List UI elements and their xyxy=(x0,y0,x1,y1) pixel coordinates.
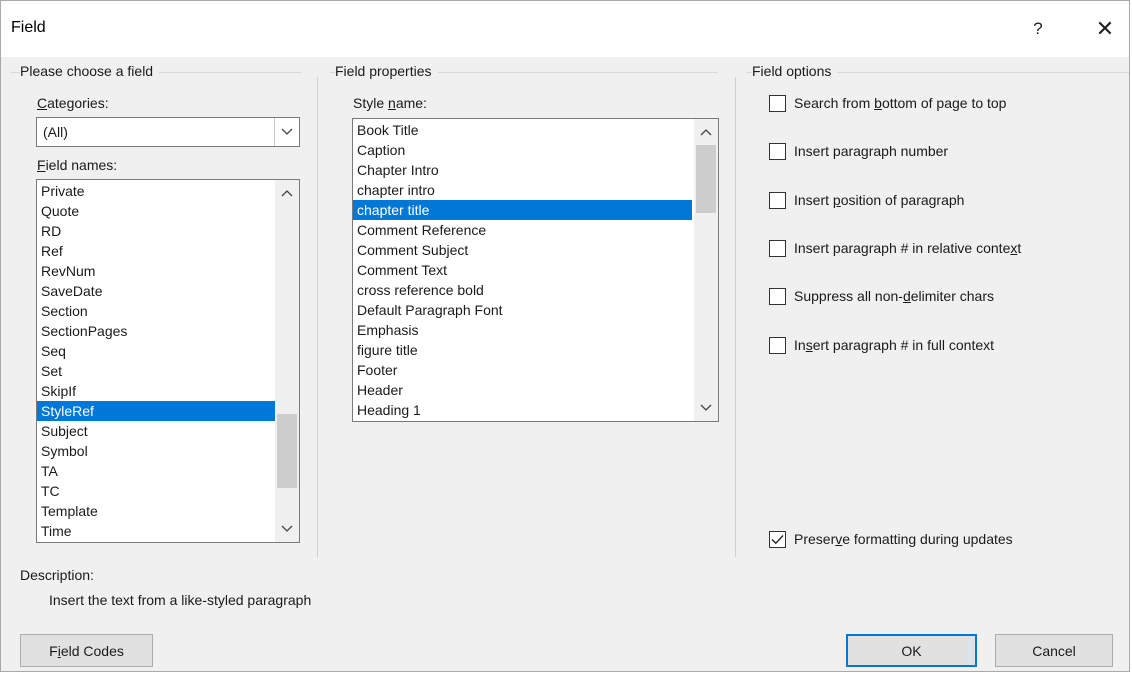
preserve-formatting-label: Preserve formatting during updates xyxy=(794,531,1013,547)
field-option-checkbox[interactable] xyxy=(769,191,786,209)
field-option-label: Suppress all non-delimiter chars xyxy=(794,288,994,304)
field-option-checkbox[interactable] xyxy=(769,239,786,257)
style-name-item[interactable]: chapter title xyxy=(353,200,692,220)
field-name-item[interactable]: Symbol xyxy=(37,441,275,461)
field-name-item[interactable]: Seq xyxy=(37,341,275,361)
field-name-item[interactable]: Subject xyxy=(37,421,275,441)
dialog-title: Field xyxy=(11,19,46,36)
style-name-label: Style name: xyxy=(353,95,427,111)
field-option-label: Insert paragraph # in relative context xyxy=(794,240,1022,256)
help-icon: ? xyxy=(1033,19,1043,38)
group-title-choose-field: Please choose a field xyxy=(20,63,160,79)
cancel-button[interactable]: Cancel xyxy=(995,634,1113,667)
field-name-item[interactable]: Private xyxy=(37,181,275,201)
style-name-item[interactable]: Caption xyxy=(353,140,692,160)
chevron-down-icon[interactable] xyxy=(275,518,299,540)
field-name-item[interactable]: Set xyxy=(37,361,275,381)
categories-dropdown[interactable]: (All) xyxy=(36,117,300,147)
field-name-item[interactable]: SectionPages xyxy=(37,321,275,341)
field-dialog: Field ? ✕ Please choose a field Categori… xyxy=(0,0,1130,672)
preserve-formatting-checkbox[interactable] xyxy=(769,530,786,548)
field-option-checkbox[interactable] xyxy=(769,287,786,305)
field-name-item[interactable]: Template xyxy=(37,501,275,521)
style-name-item[interactable]: Book Title xyxy=(353,120,692,140)
style-name-scroll-thumb[interactable] xyxy=(696,145,716,213)
checkmark-icon xyxy=(771,534,784,544)
group-title-field-properties: Field properties xyxy=(335,63,438,79)
categories-value: (All) xyxy=(43,124,68,140)
field-name-item[interactable]: RevNum xyxy=(37,261,275,281)
field-name-item[interactable]: TC xyxy=(37,481,275,501)
field-name-item[interactable]: Quote xyxy=(37,201,275,221)
description-text: Insert the text from a like-styled parag… xyxy=(49,592,312,608)
chevron-up-icon[interactable] xyxy=(275,182,299,204)
categories-label: Categories: xyxy=(37,95,109,111)
field-codes-button[interactable]: Fi eld Codes xyxy=(20,634,153,667)
field-names-scrollbar[interactable] xyxy=(275,180,299,542)
preserve-formatting-option[interactable]: Preserve formatting during updates xyxy=(769,529,1013,549)
field-name-item[interactable]: SkipIf xyxy=(37,381,275,401)
chevron-down-icon[interactable] xyxy=(694,397,718,419)
description-label: Description: xyxy=(20,567,94,583)
field-option-row[interactable]: Insert paragraph # in relative context xyxy=(769,238,1021,258)
field-name-item[interactable]: SaveDate xyxy=(37,281,275,301)
field-option-checkbox[interactable] xyxy=(769,94,786,112)
field-names-label: Field names: xyxy=(37,157,118,173)
help-button[interactable]: ? xyxy=(1023,15,1053,43)
field-option-row[interactable]: Insert paragraph number xyxy=(769,141,948,161)
style-name-scrollbar[interactable] xyxy=(694,119,718,421)
style-name-list[interactable]: Book Title Caption Chapter Intro chapter in… xyxy=(352,118,719,422)
style-name-item[interactable]: Heading 1 xyxy=(353,400,692,420)
style-name-items: Book Title Caption Chapter Intro chapter in… xyxy=(353,120,692,420)
field-option-checkbox[interactable] xyxy=(769,336,786,354)
style-name-item[interactable]: Emphasis xyxy=(353,320,692,340)
style-name-item[interactable]: Footer xyxy=(353,360,692,380)
chevron-down-icon[interactable] xyxy=(274,118,299,146)
field-names-list[interactable]: Private Quote RD Ref RevNum SaveDate Section Se… xyxy=(36,179,300,543)
title-bar: Field ? ✕ xyxy=(1,1,1129,57)
field-names-scroll-thumb[interactable] xyxy=(277,414,297,488)
field-name-item[interactable]: StyleRef xyxy=(37,401,275,421)
style-name-item[interactable]: cross reference bold xyxy=(353,280,692,300)
field-name-item[interactable]: RD xyxy=(37,221,275,241)
field-name-item[interactable]: Ref xyxy=(37,241,275,261)
field-option-row[interactable]: Suppress all non-delimiter chars xyxy=(769,286,994,306)
close-icon: ✕ xyxy=(1095,16,1115,41)
style-name-item[interactable]: Comment Text xyxy=(353,260,692,280)
style-name-item[interactable]: Comment Reference xyxy=(353,220,692,240)
field-name-item[interactable]: Section xyxy=(37,301,275,321)
field-option-label: Search from bottom of page to top xyxy=(794,95,1007,111)
style-name-item[interactable]: Chapter Intro xyxy=(353,160,692,180)
style-name-item[interactable]: Default Paragraph Font xyxy=(353,300,692,320)
field-option-label: Insert paragraph number xyxy=(794,143,949,159)
field-name-item[interactable]: Time xyxy=(37,521,275,541)
divider-right xyxy=(735,77,736,557)
field-option-label: Insert paragraph # in full context xyxy=(794,337,995,353)
group-title-field-options: Field options xyxy=(752,63,838,79)
field-option-row[interactable]: Search from bottom of page to top xyxy=(769,93,1006,113)
chevron-up-icon[interactable] xyxy=(694,121,718,143)
field-name-item[interactable]: TA xyxy=(37,461,275,481)
close-button[interactable]: ✕ xyxy=(1090,15,1120,43)
style-name-item[interactable]: Header xyxy=(353,380,692,400)
style-name-item[interactable]: Comment Subject xyxy=(353,240,692,260)
field-option-row[interactable]: Insert paragraph # in full context xyxy=(769,335,994,355)
style-name-item[interactable]: figure title xyxy=(353,340,692,360)
style-name-item[interactable]: chapter intro xyxy=(353,180,692,200)
field-option-label: Insert position of paragraph xyxy=(794,192,965,208)
ok-button[interactable]: OK xyxy=(846,634,977,667)
field-option-checkbox[interactable] xyxy=(769,142,786,160)
field-names-items: Private Quote RD Ref RevNum SaveDate Section Se… xyxy=(37,181,275,541)
divider-left xyxy=(317,77,318,557)
field-option-row[interactable]: Insert position of paragraph xyxy=(769,190,964,210)
